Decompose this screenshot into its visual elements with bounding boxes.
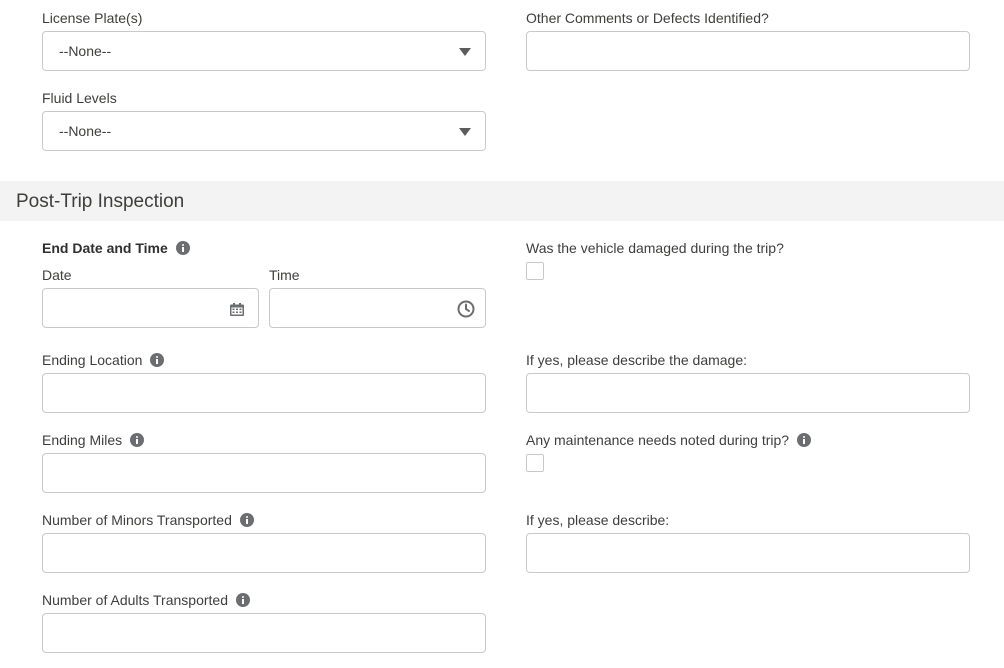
other-comments-label: Other Comments or Defects Identified? — [526, 10, 769, 26]
time-label: Time — [269, 267, 300, 283]
fluid-levels-label: Fluid Levels — [42, 90, 117, 106]
chevron-down-icon — [459, 128, 471, 136]
post-trip-section-header[interactable]: Post-Trip Inspection — [0, 181, 1004, 221]
fluid-levels-select[interactable]: --None-- — [42, 111, 486, 151]
vehicle-damaged-checkbox[interactable] — [526, 262, 544, 280]
info-icon[interactable] — [130, 433, 145, 447]
maintenance-needs-checkbox[interactable] — [526, 454, 544, 472]
license-plates-value: --None-- — [59, 43, 112, 59]
end-time-input[interactable] — [269, 288, 486, 328]
damage-description-input[interactable] — [526, 373, 970, 413]
vehicle-damaged-label: Was the vehicle damaged during the trip? — [526, 240, 784, 256]
ending-miles-input[interactable] — [42, 453, 486, 493]
maintenance-needs-label: Any maintenance needs noted during trip? — [526, 431, 812, 449]
ending-location-input[interactable] — [42, 373, 486, 413]
maintenance-description-input[interactable] — [526, 533, 970, 573]
chevron-down-icon — [459, 48, 471, 56]
adults-transported-input[interactable] — [42, 613, 486, 653]
damage-description-label: If yes, please describe the damage: — [526, 352, 748, 368]
minors-transported-label: Number of Minors Transported — [42, 511, 254, 529]
end-date-input[interactable] — [42, 288, 259, 328]
clock-icon[interactable] — [457, 300, 475, 318]
fluid-levels-value: --None-- — [59, 123, 112, 139]
date-label: Date — [42, 267, 72, 283]
section-title: Post-Trip Inspection — [16, 191, 185, 212]
info-icon[interactable] — [236, 593, 250, 607]
info-icon[interactable] — [150, 353, 165, 367]
inspection-form: License Plate(s) --None-- Other Comments… — [0, 0, 1004, 668]
adults-transported-label: Number of Adults Transported — [42, 591, 250, 609]
end-datetime-label: End Date and Time — [42, 239, 190, 257]
other-comments-input[interactable] — [526, 31, 970, 71]
license-plates-select[interactable]: --None-- — [42, 31, 486, 71]
info-icon[interactable] — [175, 241, 190, 255]
info-icon[interactable] — [239, 513, 254, 527]
ending-miles-label: Ending Miles — [42, 431, 145, 449]
license-plates-label: License Plate(s) — [42, 10, 143, 26]
info-icon[interactable] — [797, 433, 812, 447]
calendar-icon[interactable] — [230, 303, 244, 316]
ending-location-label: Ending Location — [42, 351, 165, 369]
minors-transported-input[interactable] — [42, 533, 486, 573]
maintenance-description-label: If yes, please describe: — [526, 512, 670, 528]
